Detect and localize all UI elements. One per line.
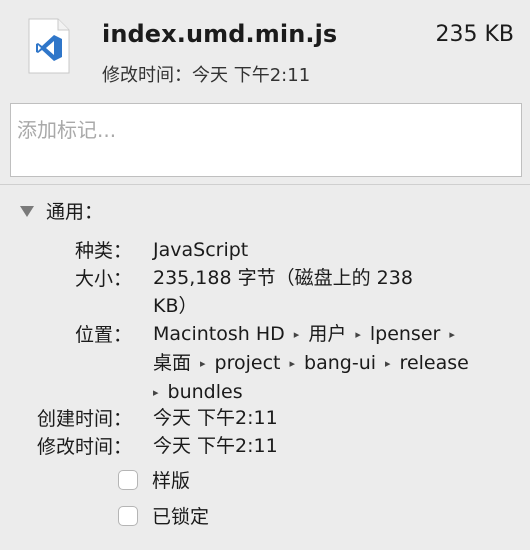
header-modified-label: 修改时间： — [102, 65, 192, 86]
size-label: 大小： — [74, 268, 132, 290]
path-segment: 用户 — [308, 323, 347, 345]
path-segment: bundles — [167, 381, 243, 403]
file-size: 235 KB — [435, 22, 514, 47]
tags-input[interactable] — [11, 104, 521, 176]
path-segment: project — [214, 352, 281, 374]
path-separator-icon: ▸ — [153, 386, 159, 399]
size-value-line2: KB） — [153, 295, 198, 317]
locked-label: 已锁定 — [152, 506, 210, 528]
path-line-3: ▸ bundles — [153, 378, 513, 407]
kind-value: JavaScript — [153, 239, 249, 261]
stationery-checkbox-row[interactable]: 样版 — [118, 466, 190, 493]
modified-label: 修改时间： — [36, 436, 132, 458]
path-segment: 桌面 — [153, 352, 192, 374]
path-segment: lpenser — [369, 323, 441, 345]
path-segment: Macintosh HD — [153, 323, 285, 345]
path-separator-icon: ▸ — [293, 328, 300, 341]
where-label: 位置： — [74, 324, 132, 346]
general-section-title: 通用： — [46, 200, 104, 223]
tags-field[interactable] — [10, 103, 522, 177]
path-segment: release — [399, 352, 469, 374]
locked-checkbox[interactable] — [118, 505, 138, 526]
locked-checkbox-row[interactable]: 已锁定 — [118, 502, 209, 529]
header-modified-value: 今天 下午2:11 — [192, 65, 311, 86]
path-separator-icon: ▸ — [449, 328, 455, 341]
kind-label: 种类： — [74, 240, 132, 262]
path-line-1: Macintosh HD ▸ 用户 ▸ lpenser ▸ — [153, 320, 513, 349]
path-segment: bang-ui — [304, 352, 377, 374]
header-modified-date: 修改时间：今天 下午2:11 — [102, 61, 310, 87]
path-line-2: 桌面 ▸ project ▸ bang-ui ▸ release — [153, 349, 513, 378]
size-value: 235,188 字节（磁盘上的 238 KB） — [153, 264, 513, 320]
size-value-line1: 235,188 字节（磁盘上的 238 — [153, 267, 413, 289]
modified-value: 今天 下午2:11 — [153, 435, 278, 457]
path-separator-icon: ▸ — [355, 328, 361, 341]
vscode-file-icon — [28, 18, 70, 74]
section-divider — [0, 184, 530, 185]
stationery-label: 样版 — [152, 470, 191, 492]
where-path: Macintosh HD ▸ 用户 ▸ lpenser ▸ 桌面 ▸ project ▸ bang… — [153, 320, 513, 407]
stationery-checkbox[interactable] — [118, 469, 138, 490]
path-separator-icon: ▸ — [289, 357, 296, 370]
get-info-panel: index.umd.min.js 235 KB 修改时间：今天 下午2:11 通… — [0, 0, 530, 550]
general-section-toggle[interactable]: 通用： — [20, 198, 104, 223]
disclosure-triangle-icon[interactable] — [20, 205, 34, 217]
created-value: 今天 下午2:11 — [153, 407, 278, 429]
created-label: 创建时间： — [36, 408, 132, 430]
path-separator-icon: ▸ — [200, 357, 206, 370]
file-name: index.umd.min.js — [102, 20, 338, 48]
info-header: index.umd.min.js 235 KB 修改时间：今天 下午2:11 — [0, 0, 530, 100]
path-separator-icon: ▸ — [385, 357, 391, 370]
